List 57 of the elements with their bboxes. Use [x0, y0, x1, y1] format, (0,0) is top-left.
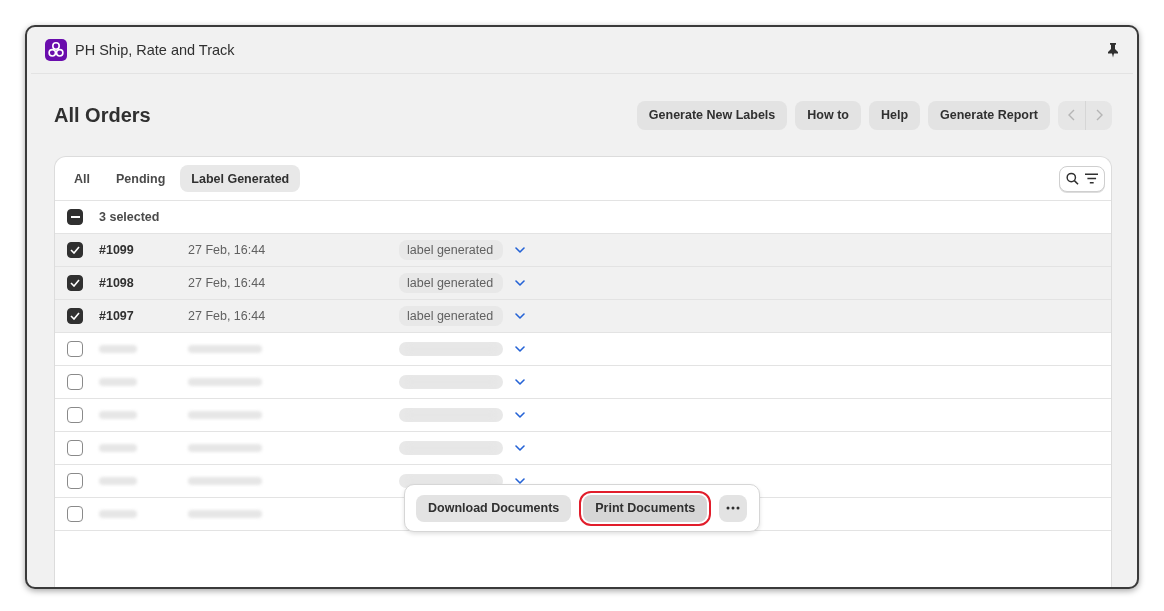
action-button[interactable]: Help — [868, 100, 921, 130]
row-checkbox[interactable] — [67, 242, 83, 258]
row-checkbox[interactable] — [67, 275, 83, 291]
status-badge: label generated — [399, 273, 503, 293]
chevron-down-icon[interactable] — [515, 247, 525, 253]
more-actions-button[interactable] — [719, 494, 748, 522]
chevron-left-icon — [1068, 109, 1075, 121]
chevron-down-icon[interactable] — [515, 379, 525, 385]
filter-tab[interactable]: Label Generated — [180, 165, 301, 192]
redacted-text — [99, 444, 137, 452]
redacted-text — [99, 510, 137, 518]
chevron-right-icon — [1095, 109, 1103, 121]
row-checkbox[interactable] — [67, 473, 83, 489]
row-checkbox[interactable] — [67, 341, 83, 357]
filter-icon — [1084, 173, 1098, 184]
search-icon — [1066, 171, 1079, 186]
filter-tab[interactable]: Pending — [105, 165, 177, 192]
checkmark-icon — [70, 312, 80, 320]
minus-icon — [70, 216, 80, 218]
checkmark-icon — [70, 246, 80, 254]
selection-count: 3 selected — [99, 210, 160, 224]
page-title: All Orders — [54, 103, 152, 127]
pin-icon[interactable] — [1107, 42, 1119, 58]
redacted-text — [99, 477, 137, 485]
row-checkbox[interactable] — [67, 308, 83, 324]
status-badge: label generated — [399, 306, 503, 326]
redacted-text — [99, 345, 137, 353]
row-checkbox[interactable] — [67, 407, 83, 423]
order-date: 27 Feb, 16:44 — [188, 276, 267, 290]
status-badge: label generated — [399, 240, 503, 260]
action-button[interactable]: Generate New Labels — [636, 100, 788, 130]
order-date: 27 Feb, 16:44 — [188, 243, 267, 257]
app-logo-icon — [45, 39, 67, 61]
chevron-down-icon[interactable] — [515, 412, 525, 418]
chevron-down-icon[interactable] — [515, 280, 525, 286]
row-checkbox[interactable] — [67, 506, 83, 522]
select-all-checkbox[interactable] — [67, 209, 83, 225]
chevron-down-icon[interactable] — [515, 445, 525, 451]
redacted-text — [99, 378, 137, 386]
order-number[interactable]: #1097 — [99, 309, 188, 323]
order-number[interactable]: #1098 — [99, 276, 188, 290]
order-date: 27 Feb, 16:44 — [188, 309, 267, 323]
checkmark-icon — [70, 279, 80, 287]
app-title: PH Ship, Rate and Track — [75, 42, 236, 58]
chevron-down-icon[interactable] — [515, 346, 525, 352]
chevron-down-icon[interactable] — [515, 313, 525, 319]
action-button[interactable]: Generate Report — [928, 100, 1050, 130]
filter-tab[interactable]: All — [63, 165, 101, 192]
row-checkbox[interactable] — [67, 440, 83, 456]
bulk-action-button[interactable]: Download Documents — [416, 494, 572, 522]
row-checkbox[interactable] — [67, 374, 83, 390]
redacted-text — [99, 411, 137, 419]
ellipsis-icon — [726, 506, 741, 510]
search-filter-button[interactable] — [1059, 165, 1105, 192]
order-number[interactable]: #1099 — [99, 243, 188, 257]
chevron-down-icon[interactable] — [515, 478, 525, 484]
action-button[interactable]: How to — [795, 100, 861, 130]
